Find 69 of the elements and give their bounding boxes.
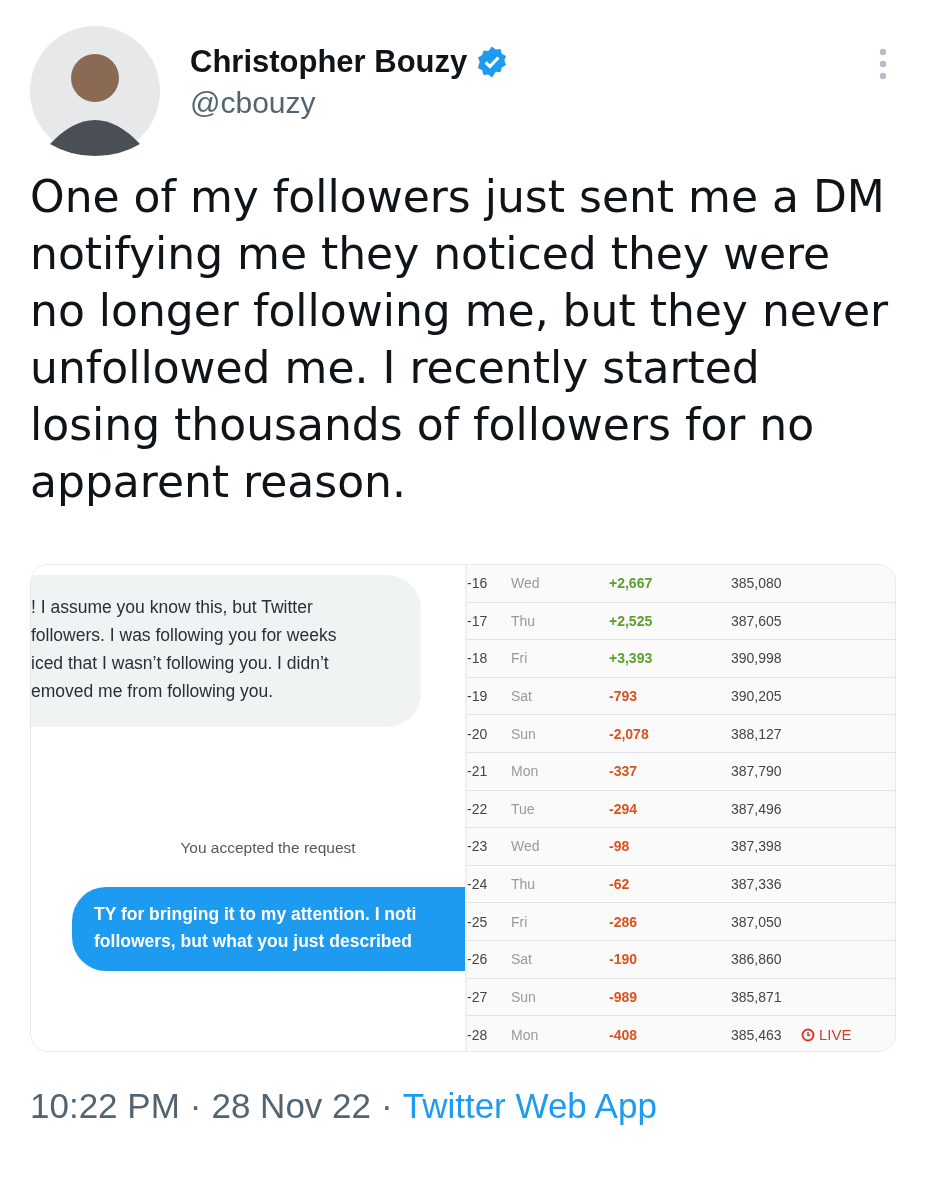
clock-icon [801,1027,815,1042]
day-cell-text: Tue [511,800,536,817]
message-line: iced that I wasn’t following you. I didn’t [31,652,330,675]
day-cell-text: Sun [511,988,537,1005]
date-cell-text: -20 [467,725,489,742]
day-cell-text: Sat [511,951,533,968]
total-cell-text: 387,050 [731,913,783,930]
message-line: TY for bringing it to my attention. I noti [94,903,418,926]
message-line: followers. I was following you for weeks [31,624,338,647]
total-cell-text: 387,496 [731,800,783,817]
date-cell-text: -25 [467,913,489,930]
total-cell-text: 388,127 [731,725,783,742]
day-cell-text: Sat [511,688,533,705]
date-cell-text: -16 [467,575,489,592]
message-line: emoved me from following you. [31,680,275,703]
day-cell-text: Fri [511,650,529,667]
date-cell-text: -19 [467,688,489,705]
day-cell-text: Thu [511,876,537,893]
change-cell-text: +3,393 [609,650,654,667]
change-cell-text: -2,078 [609,725,650,742]
date-cell-text: -22 [467,800,489,817]
change-cell-text: -98 [609,838,631,855]
total-cell-text: 390,998 [731,650,783,667]
date-cell-text: -23 [467,838,489,855]
day-cell-text: Wed [511,838,541,855]
day-cell-text: Mon [511,763,540,780]
message-line: ! I assume you know this, but Twitter [31,596,314,619]
day-cell-text: Mon [511,1026,540,1043]
day-cell-text: Sun [511,725,537,742]
change-cell-text: +2,525 [609,612,654,629]
date-cell-text: -26 [467,951,489,968]
separator-dot: · [189,1086,202,1126]
total-cell-text: 385,463 [731,1026,783,1043]
message-line: followers, but what you just described [94,930,413,953]
date-cell-text: -24 [467,876,489,893]
change-cell-text: -408 [609,1026,639,1043]
date-cell-text: -28 [467,1026,489,1043]
total-cell-text: 387,605 [731,612,783,629]
total-cell-text: 385,080 [731,575,783,592]
separator-dot: · [381,1086,393,1126]
change-cell-text: -989 [609,988,639,1005]
date-cell-text: -18 [467,650,489,667]
date-cell-text: -17 [467,612,489,629]
change-cell-text: -190 [609,951,639,968]
change-cell-text: -294 [609,800,639,817]
date-cell-text: -27 [467,988,489,1005]
total-cell-text: 385,871 [731,988,783,1005]
avatar[interactable] [30,26,160,156]
change-cell-text: -793 [609,688,639,705]
total-cell-text: 386,860 [731,951,783,968]
total-cell-text: 387,398 [731,838,783,855]
tweet-time: 10:22 PM [30,1086,180,1126]
tweet-text: One of my followers just sent me a DM notifying me they noticed they were no longer following me, but they never unfollowed me. I recently started losing thousands of followers for no apparent reason. [30,170,890,509]
change-cell-text: -62 [609,876,631,893]
date-cell-text: -21 [467,763,489,780]
total-cell-text: 387,790 [731,763,783,780]
request-notice: You accepted the request [180,839,356,857]
change-cell-text: -337 [609,763,639,780]
change-cell-text: +2,667 [609,575,654,592]
change-cell-text: -286 [609,913,639,930]
day-cell-text: Fri [511,913,529,930]
day-cell-text: Thu [511,612,537,629]
author-handle[interactable]: @cbouzy [190,86,510,120]
live-label: LIVE [819,1026,852,1044]
total-cell-text: 387,336 [731,876,783,893]
total-cell-text: 390,205 [731,688,783,705]
day-cell-text: Wed [511,575,541,592]
author-name[interactable]: Christopher Bouzy [190,44,468,80]
tweet-date: 28 Nov 22 [211,1086,372,1126]
